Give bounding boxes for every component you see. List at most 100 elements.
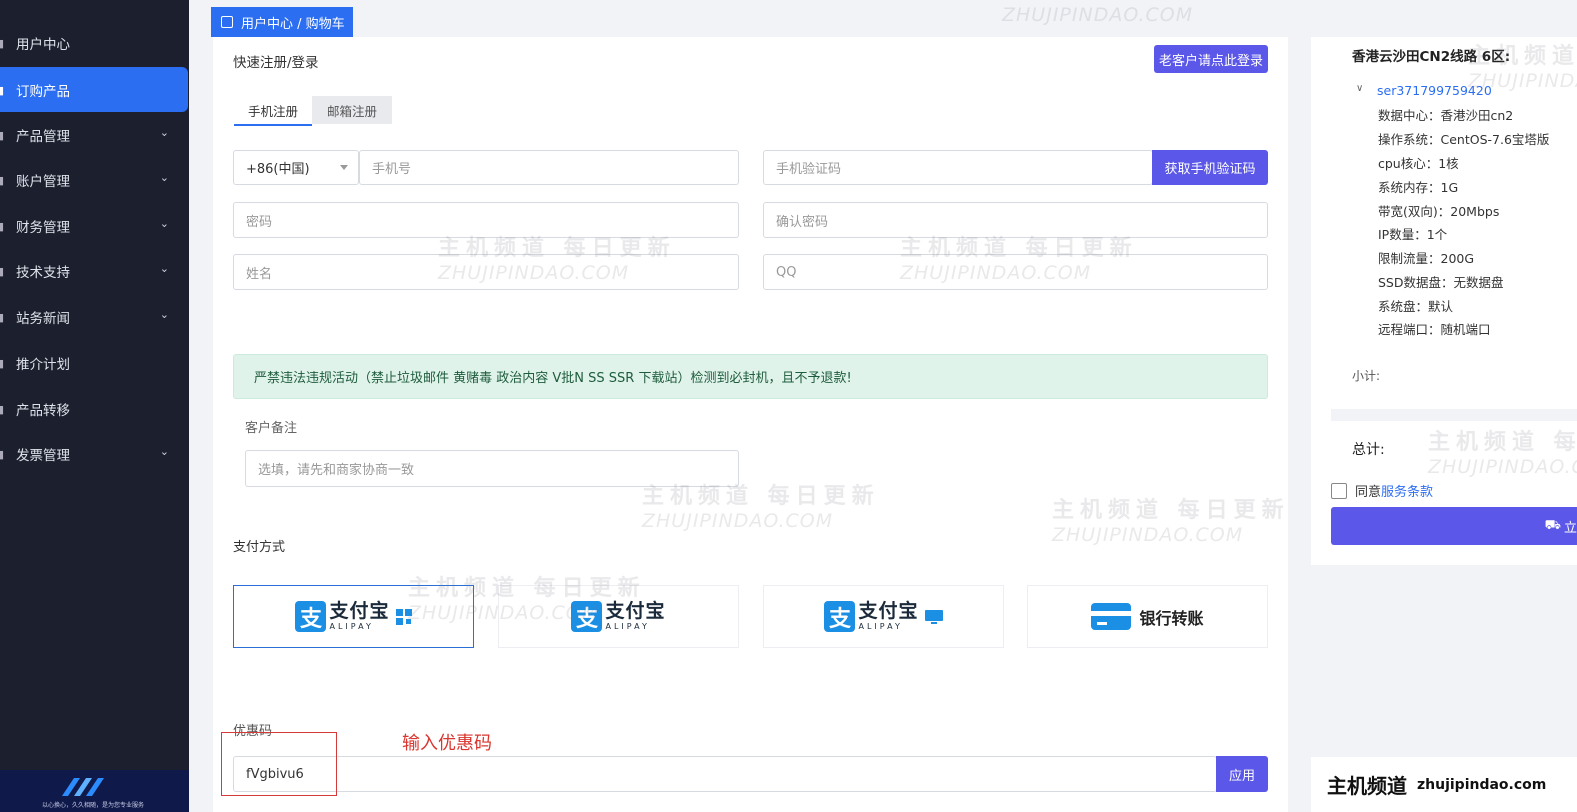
truck-icon: ⛟ — [1544, 517, 1561, 533]
order-summary: 香港云沙田CN2线路 6区: ∨ ser371799759420 数据中心：香港… — [1311, 37, 1577, 565]
phone-placeholder: 手机号 — [372, 162, 412, 177]
country-code-select[interactable]: +86(中国) — [233, 150, 359, 185]
confirm-password-input[interactable]: 确认密码 — [763, 202, 1268, 238]
sidebar-item-news[interactable]: ▮ 站务新闻 ⌄ — [0, 294, 189, 339]
coupon-input[interactable]: fVgbivu6 — [233, 756, 1217, 792]
sidebar-item-product-management[interactable]: ▮ 产品管理 ⌄ — [0, 112, 189, 157]
checkout-label: 立 — [1563, 520, 1577, 536]
sidebar-item-invoice[interactable]: ▮ 发票管理 ⌄ — [0, 431, 189, 476]
payment-label-en: ALIPAY — [858, 622, 903, 631]
spec-item: SSD数据盘：无数据盘 — [1378, 275, 1504, 290]
coupon-highlight-box — [221, 732, 337, 796]
sidebar-logo: 以心换心，久久相随，是为您专业服务 — [0, 770, 189, 812]
chevron-down-icon: ⌄ — [159, 171, 169, 184]
menu-icon: ▮ — [0, 36, 5, 50]
sidebar-item-order-products[interactable]: ▮ 订购产品 — [0, 67, 188, 112]
terms-agreement: 同意 服务条款 — [1331, 481, 1433, 500]
login-icon — [221, 16, 233, 28]
chevron-down-icon: ⌄ — [159, 126, 169, 139]
sidebar-item-referral[interactable]: ▮ 推介计划 — [0, 340, 189, 385]
news-icon: ▮ — [0, 310, 5, 324]
sidebar-item-label: 产品管理 — [16, 128, 70, 145]
order-form-panel: 快速注册/登录 老客户请点此登录 手机注册 邮箱注册 +86(中国) 手机号 手… — [213, 37, 1288, 812]
chevron-down-icon: ⌄ — [159, 308, 169, 321]
alipay-icon: 支 — [824, 601, 856, 632]
total-label: 总计: — [1352, 442, 1385, 458]
spec-item: 数据中心：香港沙田cn2 — [1378, 108, 1514, 123]
sidebar-item-finance[interactable]: ▮ 财务管理 ⌄ — [0, 203, 189, 248]
payment-label-cn: 支付宝 — [858, 600, 919, 622]
user-icon: ▮ — [0, 173, 5, 187]
remark-input[interactable]: 选填，请先和商家协商一致 — [245, 450, 739, 487]
spec-item: cpu核心：1核 — [1378, 156, 1459, 171]
coupon-annotation: 输入优惠码 — [402, 733, 492, 754]
alipay-icon: 支 — [295, 601, 327, 632]
monitor-icon — [924, 609, 943, 624]
share-icon: ▮ — [0, 356, 5, 370]
qq-input[interactable]: QQ — [763, 254, 1268, 290]
sidebar-item-label: 财务管理 — [16, 219, 70, 236]
sidebar: ▮ 用户中心 ▮ 订购产品 ▮ 产品管理 ⌄ ▮ 账户管理 ⌄ ▮ 财务管理 ⌄… — [0, 0, 189, 812]
watermark: ZHUJIPINDAO.COM — [1002, 4, 1194, 26]
phone-input[interactable]: 手机号 — [359, 150, 739, 185]
tab-phone-register[interactable]: 手机注册 — [234, 96, 312, 126]
apply-coupon-button[interactable]: 应用 — [1216, 756, 1268, 792]
spec-item: 系统内存：1G — [1378, 180, 1459, 195]
sidebar-item-label: 账户管理 — [16, 173, 70, 190]
chevron-down-icon: ⌄ — [159, 262, 169, 275]
transfer-icon: ▮ — [0, 402, 5, 416]
bank-card-icon — [1091, 603, 1132, 630]
sms-placeholder: 手机验证码 — [776, 162, 842, 177]
spec-item: 系统盘：默认 — [1378, 299, 1454, 314]
sidebar-item-label: 发票管理 — [16, 447, 70, 464]
name-placeholder: 姓名 — [246, 266, 273, 282]
remark-label: 客户备注 — [245, 421, 298, 436]
spec-item: 限制流量：200G — [1378, 251, 1475, 266]
sidebar-item-user-center[interactable]: ▮ 用户中心 — [0, 20, 189, 65]
agree-prefix: 同意 — [1355, 485, 1382, 500]
payment-option-alipay[interactable]: 支 支付宝 ALIPAY — [498, 585, 739, 648]
existing-customer-login-button[interactable]: 老客户请点此登录 — [1154, 45, 1268, 73]
support-icon: ▮ — [0, 264, 5, 278]
payment-label-en: ALIPAY — [329, 622, 374, 631]
brand-name: 主机频道 — [1327, 774, 1407, 798]
name-input[interactable]: 姓名 — [233, 254, 739, 290]
product-title: 香港云沙田CN2线路 6区: — [1352, 49, 1511, 65]
sidebar-item-label: 技术支持 — [16, 264, 70, 281]
get-sms-code-button[interactable]: 获取手机验证码 — [1152, 150, 1268, 185]
logo-tagline: 以心换心，久久相随，是为您专业服务 — [42, 802, 145, 809]
site-brand: 主机频道 zhujipindao.com — [1311, 757, 1577, 812]
company-logo-icon — [62, 778, 104, 796]
terms-checkbox[interactable] — [1331, 482, 1347, 499]
wallet-icon: ▮ — [0, 219, 5, 233]
breadcrumb-label: 用户中心 / 购物车 — [241, 16, 345, 32]
sidebar-item-label: 站务新闻 — [16, 310, 70, 327]
country-code-value: +86(中国) — [246, 162, 310, 177]
remark-placeholder: 选填，请先和商家协商一致 — [258, 463, 415, 478]
password-input[interactable]: 密码 — [233, 202, 739, 238]
subtotal-label: 小计: — [1352, 369, 1381, 383]
invoice-icon: ▮ — [0, 447, 5, 461]
tab-email-register[interactable]: 邮箱注册 — [312, 96, 392, 124]
server-id-link[interactable]: ser371799759420 — [1377, 83, 1492, 98]
sidebar-item-label: 推介计划 — [16, 356, 70, 373]
payment-label-cn: 支付宝 — [605, 600, 666, 622]
payment-label-cn: 支付宝 — [329, 600, 390, 622]
sidebar-item-product-transfer[interactable]: ▮ 产品转移 — [0, 386, 189, 431]
payment-label-bank: 银行转账 — [1139, 608, 1204, 628]
terms-link[interactable]: 服务条款 — [1381, 481, 1433, 500]
confirm-placeholder: 确认密码 — [776, 214, 829, 230]
payment-option-alipay-pc[interactable]: 支 支付宝 ALIPAY — [763, 585, 1004, 648]
breadcrumb[interactable]: 用户中心 / 购物车 — [211, 7, 353, 37]
checkout-button[interactable]: ⛟ 立 — [1331, 507, 1577, 545]
sidebar-item-label: 产品转移 — [16, 402, 70, 419]
cart-icon: ▮ — [0, 83, 5, 97]
payment-option-alipay-qr[interactable]: 支 支付宝 ALIPAY — [233, 585, 474, 648]
sms-code-input[interactable]: 手机验证码 — [763, 150, 1153, 185]
divider — [1331, 409, 1577, 421]
sidebar-item-account-management[interactable]: ▮ 账户管理 ⌄ — [0, 157, 189, 202]
sidebar-item-support[interactable]: ▮ 技术支持 ⌄ — [0, 248, 189, 293]
chevron-down-icon[interactable]: ∨ — [1356, 83, 1363, 94]
qr-icon — [395, 608, 412, 625]
payment-option-bank-transfer[interactable]: 银行转账 — [1027, 585, 1268, 648]
